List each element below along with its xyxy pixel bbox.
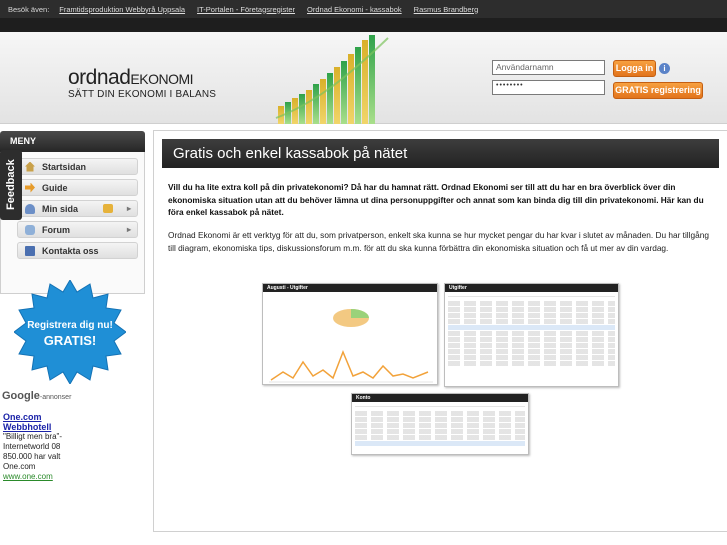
intro-text: Vill du ha lite extra koll på din privat… [168,182,704,218]
site-header: ordnadEKONOMI SÄTT DIN EKONOMI I BALANS … [0,32,727,124]
starburst-icon [14,280,126,384]
topbar-link-it-portalen[interactable]: IT-Portalen - Företagsregister [197,5,295,14]
main-content: Gratis och enkel kassabok på nätet Vill … [153,130,727,532]
info-icon[interactable]: i [659,63,670,74]
menu-item-forum[interactable]: Forum ▸ [17,221,138,238]
home-icon [25,161,35,172]
ads-suffix: -annonser [39,394,72,401]
sub-bar [0,18,727,32]
username-field[interactable]: Användarnamn [492,60,605,75]
screenshot-title: Konto [352,394,528,402]
chevron-right-icon: ▸ [126,204,131,213]
ad-title-onecom[interactable]: One.com [3,412,71,422]
ad-block: One.com Webbhotell "Billigt men bra"-Int… [3,412,71,482]
logo-word-ekonomi: EKONOMI [130,71,194,87]
login-form: Användarnamn •••••••• [492,60,605,95]
screenshot-title: Utgifter [445,284,618,292]
google-logo: Google [2,390,40,402]
screenshot-expenses-chart[interactable]: Augusti - Utgifter [262,283,438,385]
menu-item-kontakta-oss[interactable]: Kontakta oss [17,242,138,259]
register-now-text: Registrera dig nu! [27,320,113,331]
google-ads-label: Google-annonser [2,390,72,402]
person-icon [25,203,35,214]
book-icon [25,245,35,256]
login-button[interactable]: Logga in [613,60,656,77]
free-registration-button[interactable]: GRATIS registrering [613,82,703,99]
visit-also-label: Besök även: [8,4,50,14]
screenshot-title: Augusti - Utgifter [263,284,437,292]
menu-item-label: Forum [42,224,70,235]
topbar-link-framtidsproduktion[interactable]: Framtidsproduktion Webbyrå Uppsala [59,5,185,14]
menu-item-label: Min sida [42,203,79,214]
menu-item-label: Kontakta oss [42,245,99,256]
page-title: Gratis och enkel kassabok på nätet [162,139,719,168]
ad-title-webbhotell[interactable]: Webbhotell [3,422,71,432]
logo-word-ordnad: ordnad [68,66,131,89]
chevron-right-icon: ▸ [126,225,131,234]
ad-url[interactable]: www.one.com [3,472,71,482]
feedback-tab[interactable]: Feedback [0,150,22,220]
screenshot-account[interactable]: Konto [351,393,529,455]
register-now-badge[interactable]: Registrera dig nu! GRATIS! [14,280,126,384]
topbar-link-rasmus-brandberg[interactable]: Rasmus Brandberg [414,5,479,14]
menu-item-min-sida[interactable]: Min sida ▸ [17,200,138,217]
top-link-bar: Besök även: Framtidsproduktion Webbyrå U… [0,0,727,18]
menu-item-label: Guide [42,182,68,193]
lock-icon [103,204,113,213]
screenshot-chart-image [269,309,433,383]
password-field[interactable]: •••••••• [492,80,605,95]
topbar-link-ordnad-ekonomi[interactable]: Ordnad Ekonomi - kassabok [307,5,402,14]
menu-item-guide[interactable]: Guide [17,179,138,196]
rising-bar-graphic-icon [275,35,389,124]
menu-item-startsidan[interactable]: Startsidan [17,158,138,175]
description-text: Ordnad Ekonomi är ett verktyg för att du… [168,230,709,253]
forum-icon [25,224,35,235]
logo-tagline: SÄTT DIN EKONOMI I BALANS [68,89,217,100]
menu-item-label: Startsidan [42,161,87,172]
screenshot-expenses-table[interactable]: Utgifter [444,283,619,387]
arrow-icon [25,182,35,193]
ad-body: "Billigt men bra"-Internetworld 08 850.0… [3,432,63,471]
free-text: GRATIS! [44,333,96,348]
site-logo[interactable]: ordnadEKONOMI SÄTT DIN EKONOMI I BALANS [68,66,216,100]
menu-title: MENY [0,131,145,152]
